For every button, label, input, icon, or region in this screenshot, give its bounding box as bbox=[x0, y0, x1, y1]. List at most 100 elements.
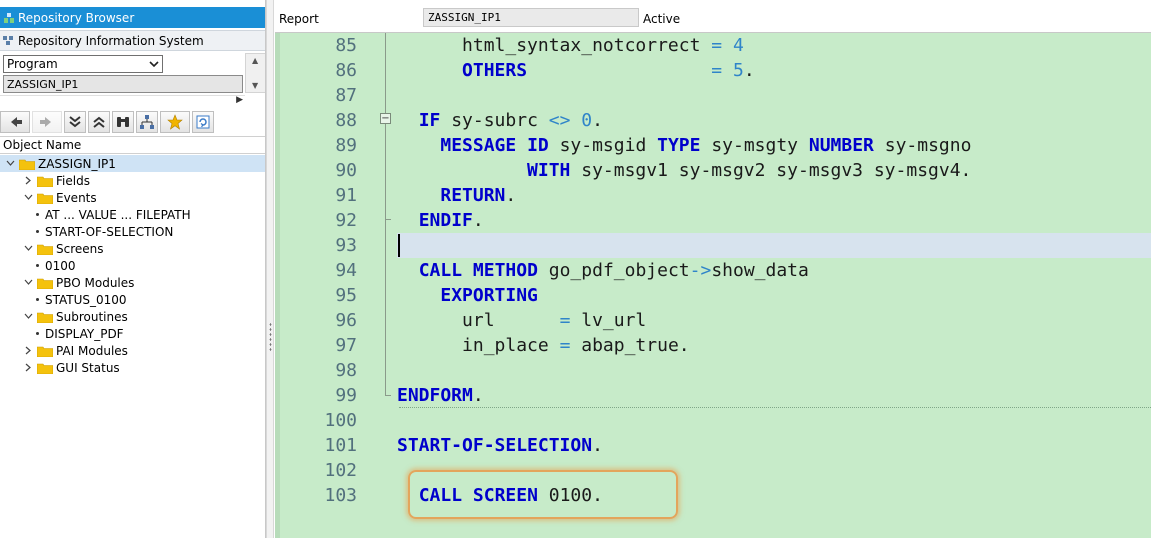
folder-icon bbox=[37, 176, 53, 187]
tree-leaf-node[interactable]: DISPLAY_PDF bbox=[0, 325, 265, 342]
number-token: 5 bbox=[732, 60, 744, 81]
star-icon bbox=[167, 114, 183, 130]
keyword-token: MESSAGE bbox=[440, 135, 517, 156]
scroll-up-icon[interactable]: ▲ bbox=[252, 56, 258, 65]
tree-node-label: PBO Modules bbox=[56, 275, 135, 290]
tree-node-label: AT ... VALUE ... FILEPATH bbox=[45, 207, 191, 222]
splitter-grip-icon[interactable] bbox=[269, 322, 272, 352]
chevron-down-icon[interactable] bbox=[23, 312, 33, 322]
hierarchy-icon bbox=[140, 115, 154, 129]
code-line[interactable]: CALL METHOD go_pdf_object->show_data bbox=[397, 258, 809, 283]
chevron-down-icon[interactable] bbox=[23, 193, 33, 203]
panel-splitter[interactable] bbox=[266, 0, 274, 538]
scroll-down-icon[interactable]: ▼ bbox=[252, 81, 258, 90]
object-type-value: Program bbox=[7, 57, 58, 71]
find-button[interactable] bbox=[112, 111, 134, 133]
operator-token: = bbox=[711, 60, 723, 81]
object-name-column-header[interactable]: Object Name bbox=[0, 136, 265, 154]
tree-folder-node[interactable]: PBO Modules bbox=[0, 274, 265, 291]
tree-leaf-node[interactable]: AT ... VALUE ... FILEPATH bbox=[0, 206, 265, 223]
tree-node-label: Subroutines bbox=[56, 309, 128, 324]
code-line[interactable]: ENDIF. bbox=[397, 208, 484, 233]
repository-info-system-label: Repository Information System bbox=[18, 33, 204, 48]
tree-folder-node[interactable]: Subroutines bbox=[0, 308, 265, 325]
operator-token: = bbox=[711, 35, 723, 56]
line-number: 99 bbox=[335, 385, 357, 406]
code-line[interactable]: RETURN. bbox=[397, 183, 516, 208]
operator-token: = bbox=[559, 310, 571, 331]
chevron-right-icon[interactable] bbox=[23, 346, 33, 356]
keyword-token: ENDFORM bbox=[397, 385, 473, 406]
code-line[interactable]: EXPORTING bbox=[397, 283, 538, 308]
repository-browser-tab[interactable]: Repository Browser bbox=[0, 7, 265, 28]
line-number: 95 bbox=[335, 285, 357, 306]
code-line[interactable]: in_place = abap_true. bbox=[397, 333, 690, 358]
chevron-down-icon bbox=[149, 61, 159, 68]
repository-browser-label: Repository Browser bbox=[18, 10, 135, 25]
program-name-field: ZASSIGN_IP1 bbox=[423, 8, 639, 27]
chevron-down-icon[interactable] bbox=[23, 278, 33, 288]
line-number: 88 bbox=[335, 110, 357, 131]
code-line[interactable]: WITH sy-msgv1 sy-msgv2 sy-msgv3 sy-msgv4… bbox=[397, 158, 971, 183]
code-line[interactable]: url = lv_url bbox=[397, 308, 646, 333]
keyword-token: START-OF-SELECTION bbox=[397, 435, 593, 456]
forward-button[interactable] bbox=[32, 111, 62, 133]
folder-icon bbox=[37, 278, 53, 289]
current-line-highlight bbox=[397, 233, 1151, 258]
code-line[interactable]: html_syntax_notcorrect = 4 bbox=[397, 33, 744, 58]
program-header: Report ZASSIGN_IP1 Active bbox=[275, 6, 1151, 30]
line-number: 102 bbox=[324, 460, 357, 481]
refresh-button[interactable] bbox=[192, 111, 214, 133]
collapse-all-button[interactable] bbox=[88, 111, 110, 133]
tree-node-label: PAI Modules bbox=[56, 343, 128, 358]
tree-leaf-node[interactable]: 0100 bbox=[0, 257, 265, 274]
tree-node-label: Fields bbox=[56, 173, 90, 188]
favorites-button[interactable] bbox=[160, 111, 190, 133]
chevron-down-icon[interactable] bbox=[23, 244, 33, 254]
line-number: 94 bbox=[335, 260, 357, 281]
tree-leaf-node[interactable]: START-OF-SELECTION bbox=[0, 223, 265, 240]
abap-code-editor[interactable]: − 85 html_syntax_notcorrect = 4 86 OTHERS… bbox=[275, 32, 1151, 538]
collapse-block-icon[interactable]: − bbox=[380, 113, 391, 124]
input-scrollbar[interactable]: ▲ ▼ bbox=[245, 53, 265, 93]
text-caret bbox=[398, 234, 400, 257]
text-token: sy-msgty bbox=[700, 135, 809, 156]
info-system-icon bbox=[3, 36, 13, 45]
browser-toolbar bbox=[0, 110, 265, 134]
code-line[interactable]: ENDFORM. bbox=[397, 383, 484, 408]
code-line[interactable]: MESSAGE ID sy-msgid TYPE sy-msgty NUMBER… bbox=[397, 133, 971, 158]
tree-folder-node[interactable]: GUI Status bbox=[0, 359, 265, 376]
object-name-input[interactable]: ZASSIGN_IP1 bbox=[3, 75, 243, 93]
highlighted-statement-box bbox=[408, 470, 678, 519]
text-token: url bbox=[397, 310, 560, 331]
chevron-down-icon[interactable] bbox=[5, 159, 15, 169]
repository-info-system-tab[interactable]: Repository Information System bbox=[0, 30, 265, 51]
form-fold-end bbox=[385, 395, 391, 396]
folder-icon bbox=[19, 159, 35, 170]
back-button[interactable] bbox=[0, 111, 30, 133]
line-number: 89 bbox=[335, 135, 357, 156]
tree-leaf-node[interactable]: STATUS_0100 bbox=[0, 291, 265, 308]
code-line[interactable]: OTHERS = 5. bbox=[397, 58, 755, 83]
tree-folder-node[interactable]: Fields bbox=[0, 172, 265, 189]
tree-folder-node[interactable]: ZASSIGN_IP1 bbox=[0, 155, 265, 172]
object-type-select[interactable]: Program bbox=[3, 55, 163, 73]
tree-folder-node[interactable]: PAI Modules bbox=[0, 342, 265, 359]
code-line[interactable]: IF sy-subrc <> 0. bbox=[397, 108, 603, 133]
tree-folder-node[interactable]: Screens bbox=[0, 240, 265, 257]
double-chevron-up-icon bbox=[93, 116, 105, 128]
tree-folder-node[interactable]: Events bbox=[0, 189, 265, 206]
expand-all-button[interactable] bbox=[64, 111, 86, 133]
chevron-right-icon[interactable] bbox=[23, 176, 33, 186]
code-line[interactable]: START-OF-SELECTION. bbox=[397, 433, 603, 458]
horizontal-scrollbar[interactable]: ▶ bbox=[0, 95, 245, 108]
hierarchy-button[interactable] bbox=[136, 111, 158, 133]
scroll-right-icon[interactable]: ▶ bbox=[236, 95, 243, 105]
chevron-right-icon[interactable] bbox=[23, 363, 33, 373]
arrow-left-icon bbox=[11, 117, 22, 127]
keyword-token: RETURN bbox=[440, 185, 506, 206]
